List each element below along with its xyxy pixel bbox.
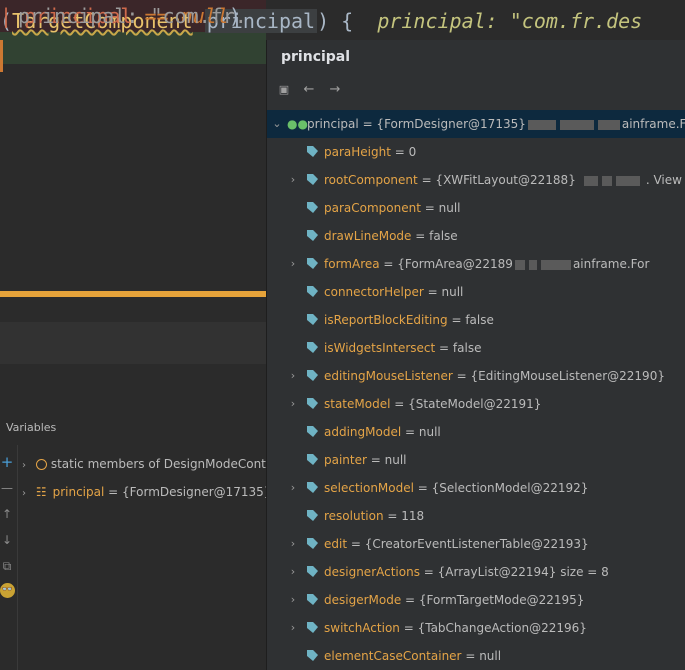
tree-row-switchAction[interactable]: › switchAction = {TabChangeAction@22196} (267, 614, 685, 642)
static-members-icon (35, 459, 47, 470)
tree-row-stateModel[interactable]: › stateModel = {StateModel@22191} (267, 390, 685, 418)
tree-row-selectionModel[interactable]: › selectionModel = {SelectionModel@22192… (267, 474, 685, 502)
evaluate-popup: principal ▣ ← → ⌄ ●● principal = {FormDe… (266, 40, 685, 670)
field-tag-icon (307, 230, 318, 241)
field-tag-icon (307, 398, 318, 409)
copy-icon[interactable]: ⧉ (0, 557, 14, 575)
popup-toolbar: ▣ ← → (267, 78, 685, 104)
back-arrow-icon[interactable]: ← (301, 82, 317, 98)
chevron-right-icon[interactable]: › (287, 614, 299, 642)
field-tag-icon (307, 622, 318, 633)
chevron-right-icon[interactable]: › (287, 474, 299, 502)
tree-row-addingModel[interactable]: addingModel = null (267, 418, 685, 446)
breakpoint-line-highlight (0, 291, 266, 297)
error-marker (0, 40, 3, 72)
add-watch-icon[interactable]: + (0, 453, 14, 471)
tree-row-resolution[interactable]: resolution = 118 (267, 502, 685, 530)
code-line-execution-point: principal: "com.fr. (0, 4, 266, 64)
tree-row-desigerMode[interactable]: › desigerMode = {FormTargetMode@22195} (267, 586, 685, 614)
variables-row-static[interactable]: › static members of DesignModeConte (22, 452, 273, 476)
tree-row-designerActions[interactable]: › designerActions = {ArrayList@22194} si… (267, 558, 685, 586)
field-tag-icon (307, 258, 318, 269)
forward-arrow-icon[interactable]: → (327, 82, 343, 98)
chevron-down-icon[interactable]: ⌄ (271, 110, 283, 138)
chevron-right-icon[interactable]: › (287, 558, 299, 586)
field-tag-icon (307, 594, 318, 605)
tree-row-painter[interactable]: painter = null (267, 446, 685, 474)
chevron-right-icon[interactable]: › (287, 250, 299, 278)
inline-value-hint: principal: "com.fr.des (377, 9, 643, 33)
tree-row-edit[interactable]: › edit = {CreatorEventListenerTable@2219… (267, 530, 685, 558)
chevron-right-icon[interactable]: › (287, 586, 299, 614)
field-tag-icon (307, 286, 318, 297)
remove-watch-icon[interactable]: — (0, 479, 14, 497)
popup-title: principal (281, 49, 351, 65)
field-tag-icon (307, 370, 318, 381)
field-tag-icon (307, 650, 318, 661)
tree-row-paraHeight[interactable]: paraHeight = 0 (267, 138, 685, 166)
tree-row-formArea[interactable]: › formArea = {FormArea@22189 ainframe.For (267, 250, 685, 278)
variables-row-principal[interactable]: › ☷ principal = {FormDesigner@17135} (22, 480, 271, 504)
tree-row-rootComponent[interactable]: › rootComponent = {XWFitLayout@22188}. V… (267, 166, 685, 194)
tree-row-paraComponent[interactable]: paraComponent = null (267, 194, 685, 222)
debug-pane: Variables + — ↑ ↓ ⧉ › static members of … (0, 405, 273, 670)
field-tag-icon (307, 566, 318, 577)
field-tag-icon (307, 482, 318, 493)
move-up-icon[interactable]: ↑ (0, 505, 14, 523)
field-tag-icon (307, 174, 318, 185)
collapse-all-icon[interactable]: ▣ (276, 82, 292, 98)
chevron-right-icon[interactable]: › (287, 166, 299, 194)
tree-row-elementCaseContainer[interactable]: elementCaseContainer = null (267, 642, 685, 670)
move-down-icon[interactable]: ↓ (0, 531, 14, 549)
field-tag-icon (307, 454, 318, 465)
field-tag-icon (307, 342, 318, 353)
field-tag-icon (307, 426, 318, 437)
field-tag-icon (307, 146, 318, 157)
glasses-icon: ●● (287, 117, 308, 131)
chevron-right-icon[interactable]: › (287, 530, 299, 558)
field-tag-icon (307, 510, 318, 521)
tree-row-connectorHelper[interactable]: connectorHelper = null (267, 278, 685, 306)
field-tag-icon (307, 202, 318, 213)
field-tag-icon (307, 314, 318, 325)
chevron-right-icon[interactable]: › (287, 390, 299, 418)
tree-row-root[interactable]: ⌄ ●● principal = {FormDesigner@17135} ain… (267, 110, 685, 138)
current-line-band (0, 322, 266, 364)
tree-row-isReportBlockEditing[interactable]: isReportBlockEditing = false (267, 306, 685, 334)
tree-row-isWidgetsIntersect[interactable]: isWidgetsIntersect = false (267, 334, 685, 362)
glasses-icon[interactable]: 👓 (0, 583, 15, 598)
chevron-right-icon[interactable]: › (22, 488, 26, 499)
chevron-right-icon[interactable]: › (22, 460, 26, 471)
tree-row-editingMouseListener[interactable]: › editingMouseListener = {EditingMouseLi… (267, 362, 685, 390)
chevron-right-icon[interactable]: › (287, 362, 299, 390)
tool-divider (17, 445, 18, 670)
tree-row-drawLineMode[interactable]: drawLineMode = false (267, 222, 685, 250)
field-tag-icon (307, 538, 318, 549)
field-list-icon: ☷ (35, 485, 47, 499)
variables-title: Variables (6, 421, 57, 434)
